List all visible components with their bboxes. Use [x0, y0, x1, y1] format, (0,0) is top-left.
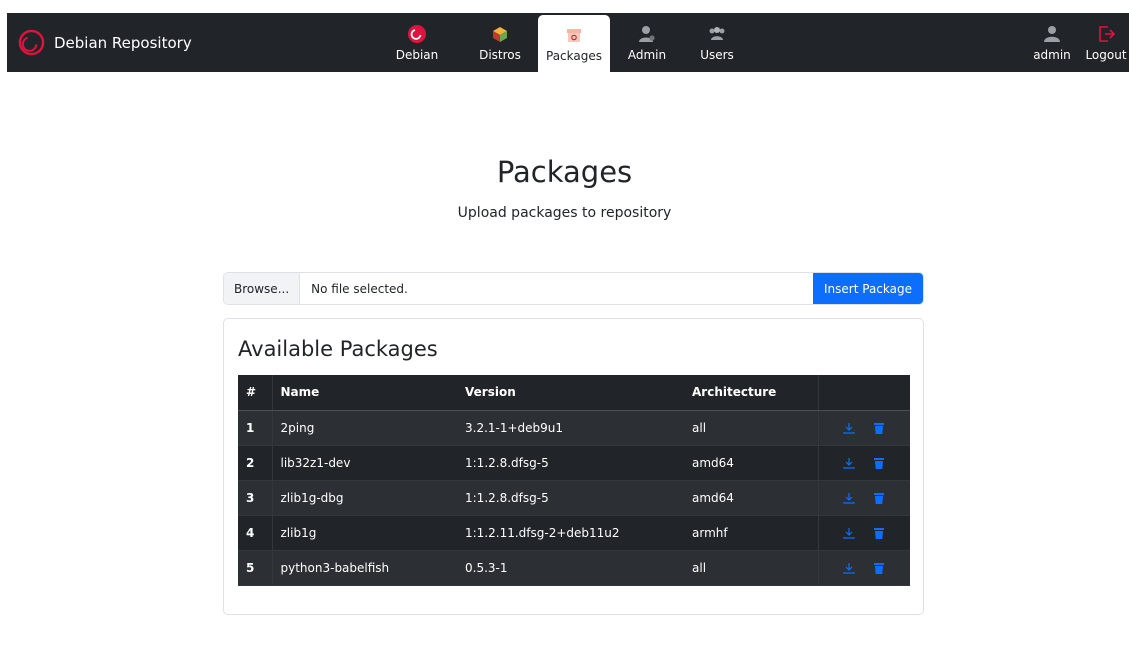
user-icon: [1044, 25, 1060, 42]
package-version: 1:1.2.8.dfsg-5: [457, 480, 684, 516]
trash-icon[interactable]: [873, 527, 885, 539]
nav-user-admin[interactable]: admin: [1031, 13, 1073, 72]
nav-distros[interactable]: Distros: [473, 13, 527, 72]
packages-card: Available Packages # Name Version Archit…: [223, 318, 924, 615]
nav-users[interactable]: Users: [694, 13, 740, 72]
package-version: 1:1.2.8.dfsg-5: [457, 445, 684, 481]
nav-packages[interactable]: Packages: [538, 15, 610, 72]
page-subtitle: Upload packages to repository: [457, 205, 672, 221]
browse-button[interactable]: Browse...: [224, 273, 301, 304]
download-icon[interactable]: [843, 457, 855, 469]
admin-user-icon: [639, 25, 655, 42]
distros-box-icon: [493, 26, 507, 42]
package-version: 3.2.1-1+deb9u1: [457, 410, 684, 446]
row-number: 3: [238, 480, 273, 516]
logout-label: Logout: [1085, 47, 1127, 62]
package-architecture: armhf: [684, 515, 819, 551]
package-version: 0.5.3-1: [457, 550, 684, 586]
users-group-icon: [709, 26, 725, 40]
row-number: 5: [238, 550, 273, 586]
row-actions: [818, 480, 910, 516]
upload-form: Browse... No file selected. Insert Packa…: [223, 272, 924, 305]
nav-packages-label: Packages: [546, 48, 602, 63]
download-icon[interactable]: [843, 527, 855, 539]
packages-table: # Name Version Architecture 1 2ping 3.2.1-…: [238, 375, 910, 586]
brand-title: Debian Repository: [54, 33, 192, 52]
debian-swirl-icon: [408, 24, 426, 43]
table-row: 3 zlib1g-dbg 1:1.2.8.dfsg-5 amd64: [238, 480, 910, 516]
package-version: 1:1.2.11.dfsg-2+deb11u2: [457, 515, 684, 551]
trash-icon[interactable]: [873, 457, 885, 469]
package-architecture: all: [684, 410, 819, 446]
package-name: python3-babelfish: [272, 550, 457, 586]
package-name: lib32z1-dev: [272, 445, 457, 481]
trash-icon[interactable]: [873, 562, 885, 574]
nav-debian-label: Debian: [395, 47, 439, 62]
col-header-name: Name: [272, 375, 457, 411]
row-actions: [818, 410, 910, 446]
col-header-num: #: [238, 375, 273, 411]
download-icon[interactable]: [843, 562, 855, 574]
row-number: 4: [238, 515, 273, 551]
col-header-version: Version: [457, 375, 684, 411]
logout-icon: [1099, 25, 1116, 42]
download-icon[interactable]: [843, 492, 855, 504]
table-row: 2 lib32z1-dev 1:1.2.8.dfsg-5 amd64: [238, 445, 910, 481]
file-status[interactable]: No file selected.: [300, 273, 813, 304]
page-title: Packages: [496, 155, 633, 189]
download-icon[interactable]: [843, 422, 855, 434]
top-navbar: Debian Repository Debian Distros Package…: [7, 13, 1129, 72]
package-architecture: all: [684, 550, 819, 586]
package-name: zlib1g-dbg: [272, 480, 457, 516]
table-row: 4 zlib1g 1:1.2.11.dfsg-2+deb11u2 armhf: [238, 515, 910, 551]
table-row: 1 2ping 3.2.1-1+deb9u1 all: [238, 410, 910, 446]
insert-package-button[interactable]: Insert Package: [813, 273, 923, 304]
nav-distros-label: Distros: [479, 47, 521, 62]
package-name: 2ping: [272, 410, 457, 446]
available-packages-title: Available Packages: [238, 337, 438, 361]
nav-admin-label: Admin: [627, 47, 667, 62]
col-header-actions: [818, 375, 910, 411]
brand[interactable]: Debian Repository: [18, 13, 192, 72]
row-actions: [818, 515, 910, 551]
nav-admin[interactable]: Admin: [624, 13, 670, 72]
nav-debian[interactable]: Debian: [392, 13, 442, 72]
package-box-icon: [567, 28, 581, 42]
row-number: 1: [238, 410, 273, 446]
debian-logo-icon: [18, 29, 45, 56]
row-actions: [818, 550, 910, 586]
package-architecture: amd64: [684, 445, 819, 481]
col-header-architecture: Architecture: [684, 375, 819, 411]
trash-icon[interactable]: [873, 422, 885, 434]
package-name: zlib1g: [272, 515, 457, 551]
nav-users-label: Users: [700, 47, 734, 62]
row-actions: [818, 445, 910, 481]
package-architecture: amd64: [684, 480, 819, 516]
row-number: 2: [238, 445, 273, 481]
table-header-row: # Name Version Architecture: [238, 375, 910, 411]
trash-icon[interactable]: [873, 492, 885, 504]
logout-button[interactable]: Logout: [1083, 13, 1129, 72]
table-row: 5 python3-babelfish 0.5.3-1 all: [238, 550, 910, 586]
user-name: admin: [1033, 47, 1071, 62]
